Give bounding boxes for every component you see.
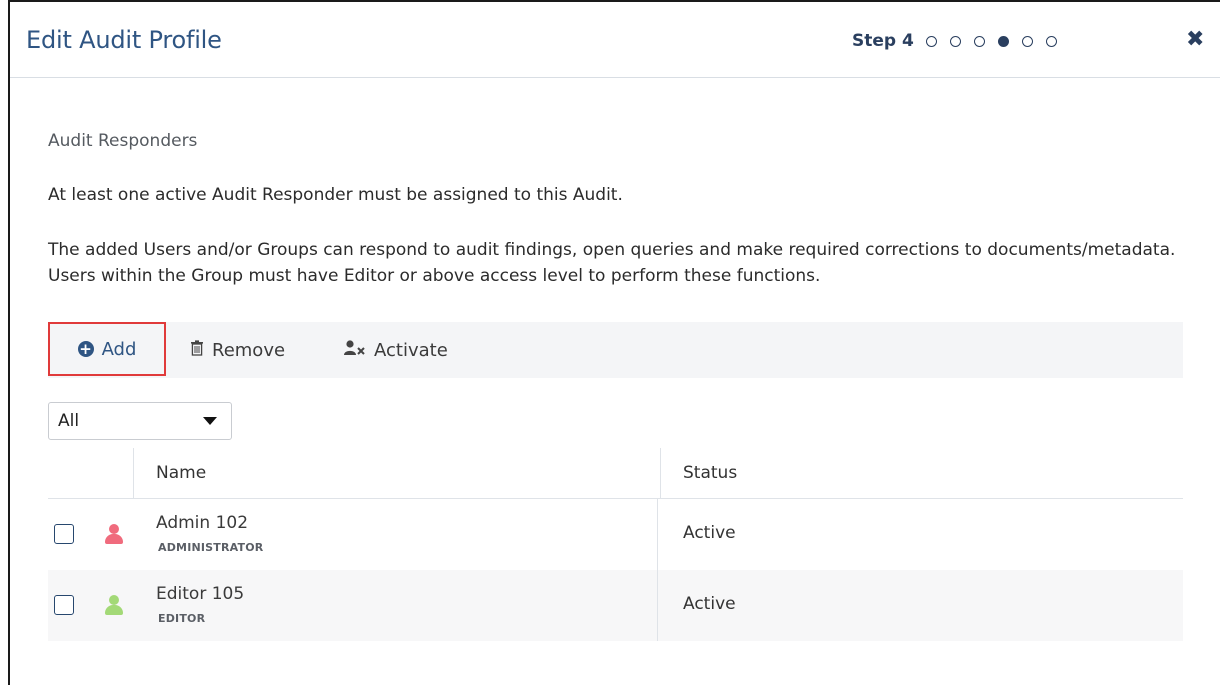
step-dot-2 <box>949 35 961 47</box>
user-icon-head <box>109 595 119 605</box>
user-role: ADMINISTRATOR <box>158 541 264 554</box>
step-dots <box>925 35 1057 47</box>
user-name: Editor 105 <box>156 584 245 604</box>
responders-table: Name Status Admin 102 ADMINISTRATOR Acti… <box>48 448 1183 641</box>
step-dot-4 <box>997 35 1009 47</box>
remove-button-label: Remove <box>212 339 286 361</box>
step-indicator: Step 4 <box>852 31 1057 51</box>
filter-select-value: All <box>58 411 80 431</box>
table-row[interactable]: Admin 102 ADMINISTRATOR Active <box>48 499 1183 570</box>
activate-button-label: Activate <box>374 339 448 361</box>
toolbar: + Add Remove Activate <box>48 322 1183 378</box>
user-name: Admin 102 <box>156 513 249 533</box>
user-icon-head <box>109 524 119 534</box>
user-icon <box>105 524 123 544</box>
add-button-label: Add <box>101 338 137 360</box>
column-divider <box>657 570 658 641</box>
user-status: Active <box>683 594 736 614</box>
table-row[interactable]: Editor 105 EDITOR Active <box>48 570 1183 641</box>
row-checkbox[interactable] <box>54 524 74 544</box>
step-dot-6 <box>1045 35 1057 47</box>
step-dot-1 <box>925 35 937 47</box>
user-x-icon <box>344 340 366 360</box>
close-icon[interactable]: ✖ <box>1186 29 1204 51</box>
column-header-status[interactable]: Status <box>683 463 737 483</box>
step-dot-5 <box>1021 35 1033 47</box>
step-label: Step 4 <box>852 31 914 51</box>
trash-icon <box>190 340 204 360</box>
column-divider <box>657 499 658 570</box>
section-title: Audit Responders <box>48 131 198 151</box>
requirement-text: At least one active Audit Responder must… <box>48 185 623 205</box>
table-header: Name Status <box>48 448 1183 499</box>
add-button[interactable]: + Add <box>48 322 166 376</box>
dialog-header: Edit Audit Profile Step 4 ✖ <box>10 2 1220 78</box>
user-icon-body <box>105 534 123 544</box>
dialog-title: Edit Audit Profile <box>26 26 222 54</box>
description-text: The added Users and/or Groups can respon… <box>48 240 1176 286</box>
column-header-name[interactable]: Name <box>156 463 206 483</box>
caret-down-icon <box>203 417 217 425</box>
plus-circle-icon: + <box>77 340 94 358</box>
activate-button[interactable]: Activate <box>344 322 448 378</box>
user-role: EDITOR <box>158 612 206 625</box>
row-checkbox[interactable] <box>54 595 74 615</box>
remove-button[interactable]: Remove <box>190 322 285 378</box>
user-status: Active <box>683 523 736 543</box>
user-icon-body <box>105 605 123 615</box>
column-divider <box>133 448 134 498</box>
filter-select[interactable]: All <box>48 402 232 440</box>
user-icon <box>105 595 123 615</box>
column-divider[interactable] <box>660 448 661 498</box>
step-dot-3 <box>973 35 985 47</box>
